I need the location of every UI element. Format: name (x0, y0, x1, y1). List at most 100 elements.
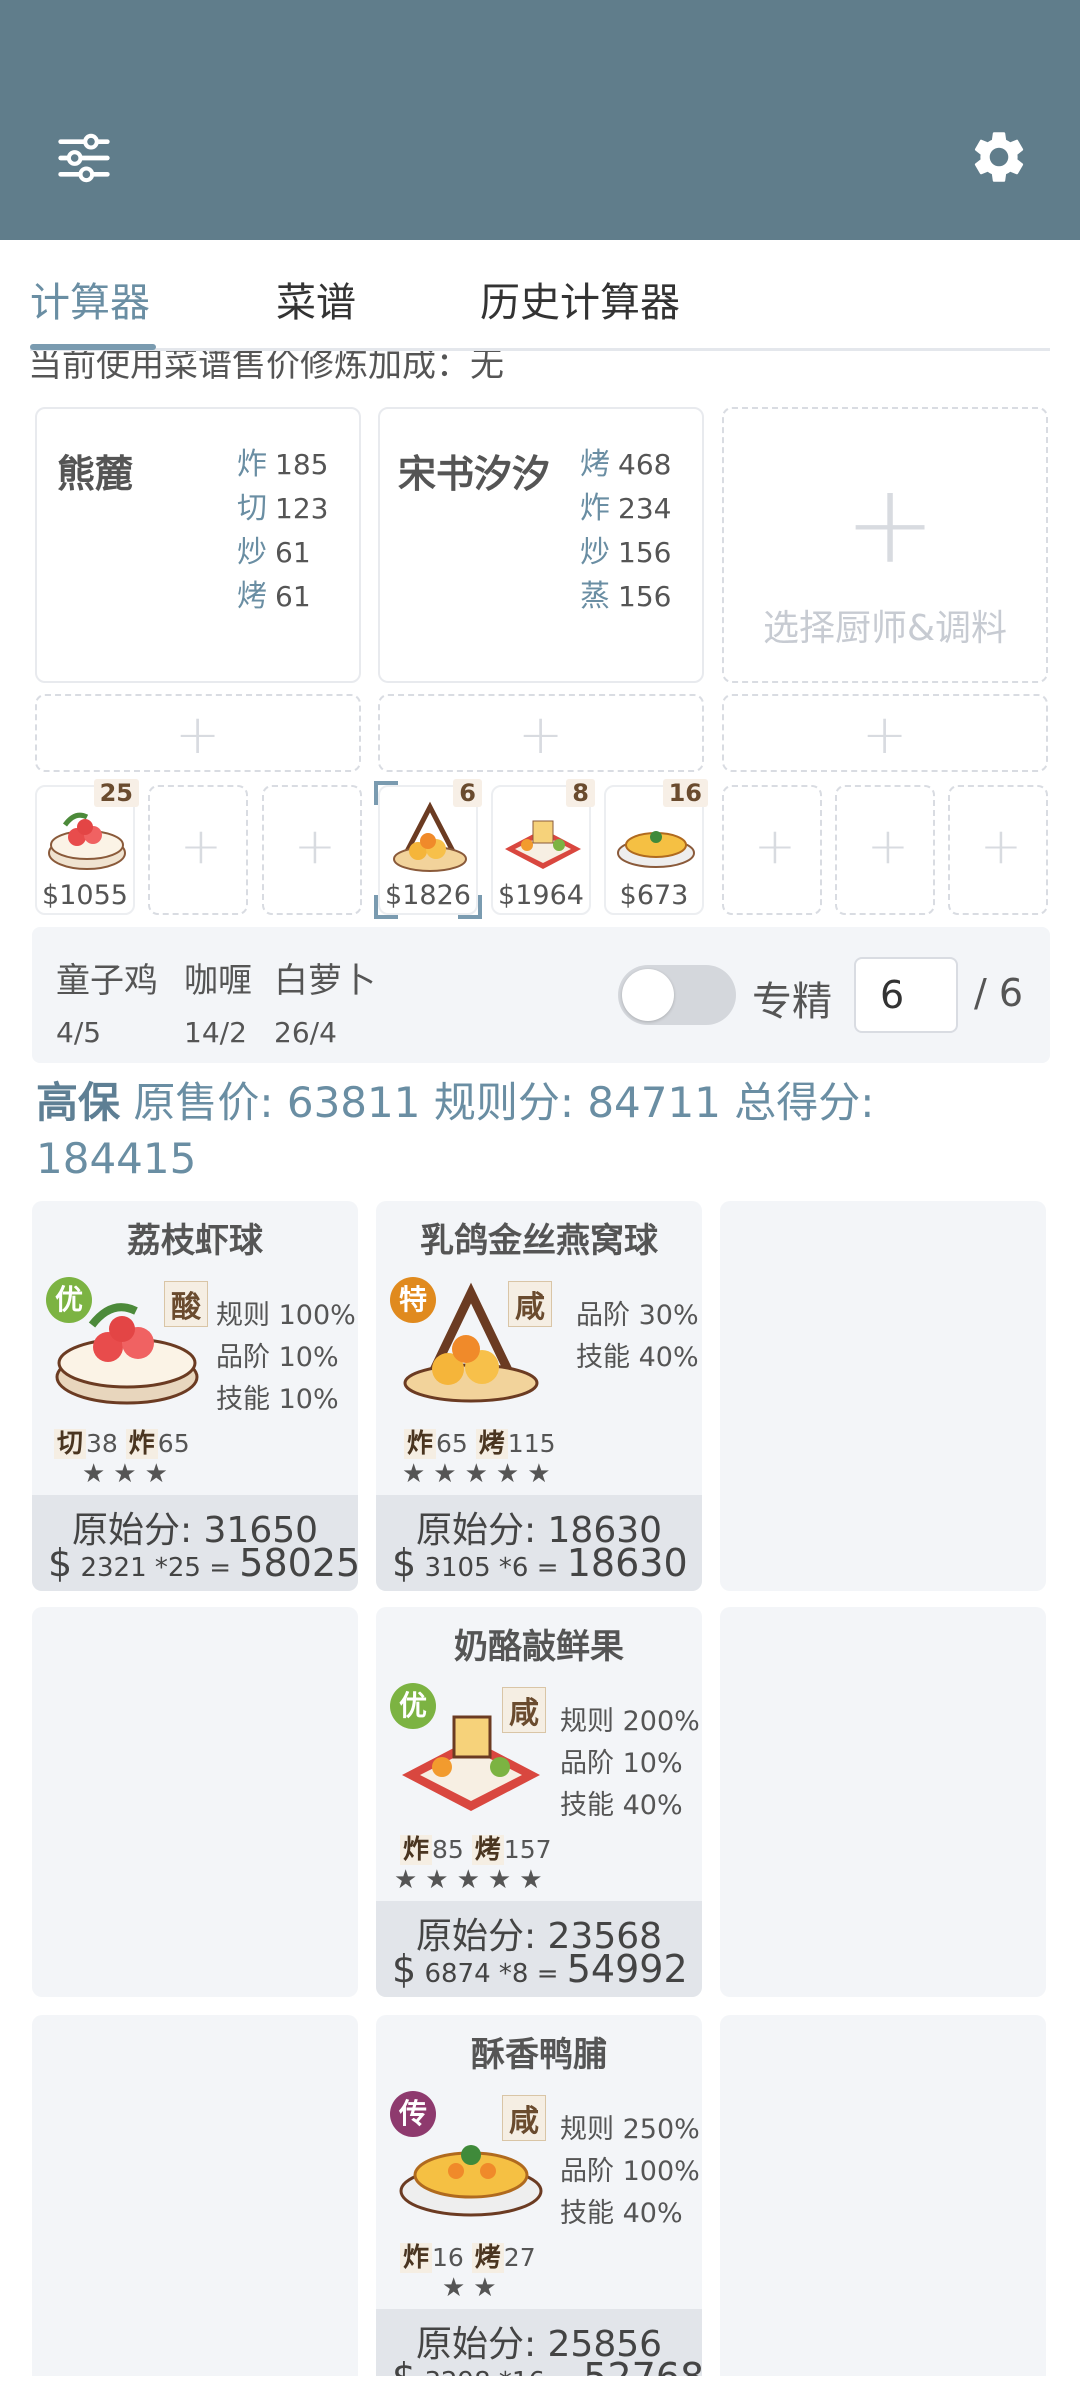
specialization-label: 专精 (752, 979, 832, 1025)
bonus-skill: 技能 40% (560, 2198, 683, 2229)
empty-recipe-card[interactable] (720, 2015, 1046, 2376)
rarity-stars: ★★ (442, 2273, 505, 2303)
specialization-toggle[interactable] (618, 965, 736, 1025)
bonus-rule: 规则 250% (560, 2114, 700, 2145)
tab-active-indicator (30, 344, 156, 350)
recipe-card[interactable]: 酥香鸭脯 传 咸 规则 250% 品阶 100% 技能 40% 炸 16 烤 27 … (376, 2015, 702, 2376)
grade-badge: 优 (46, 1277, 92, 1323)
condition-item: 童子鸡 4/5 (56, 961, 158, 1049)
bonus-rule: 规则 200% (560, 1706, 700, 1737)
empty-recipe-card[interactable] (720, 1607, 1046, 1997)
score-summary: 高保 原售价: 63811 规则分: 84711 总得分: 184415 (36, 1075, 1046, 1187)
rarity-stars: ★★★★★ (402, 1459, 559, 1489)
app-header (0, 0, 1080, 240)
chef-name: 宋书汐汐 (398, 452, 551, 496)
selection-corner (374, 895, 398, 919)
bonus-grade: 品阶 10% (216, 1342, 339, 1373)
bonus-grade: 品阶 100% (560, 2156, 700, 2187)
recipe-score-panel: 原始分: 18630 $ 3105 *6 = 18630 (376, 1495, 702, 1591)
equipment-slot[interactable]: + (378, 694, 704, 772)
dish-slot[interactable]: 16 $673 (604, 779, 708, 915)
add-icon: + (175, 703, 221, 766)
skill-requirement: 炸 85 烤 157 (400, 1829, 552, 1866)
score-calculation: $ 3298 *16 = 52768 (392, 2355, 702, 2376)
toggle-knob (622, 969, 674, 1021)
add-icon: + (980, 817, 1022, 875)
bonus-grade: 品阶 10% (560, 1748, 683, 1779)
gear-icon[interactable] (968, 126, 1030, 188)
dish-quantity-badge: 6 (453, 779, 482, 807)
guarantee-tag: 高保 (36, 1078, 121, 1127)
equipment-slot[interactable]: + (35, 694, 361, 772)
score-calculation: $ 6874 *8 = 54992 (392, 1947, 688, 1991)
recipe-card[interactable]: 荔枝虾球 优 酸 规则 100% 品阶 10% 技能 10% 切 38 炸 65 ★… (32, 1201, 358, 1591)
condition-item: 咖喱 14/2 (184, 961, 252, 1049)
skill-requirement: 炸 65 烤 115 (404, 1423, 556, 1460)
chef-card[interactable]: 宋书汐汐 烤 468 炸 234 炒 156 蒸 156 (378, 407, 704, 683)
condition-item: 白萝卜 26/4 (274, 961, 376, 1049)
tab-recipes[interactable]: 菜谱 (276, 270, 356, 328)
empty-recipe-card[interactable] (720, 1201, 1046, 1591)
dish-slot[interactable]: + (148, 785, 248, 915)
filter-sliders-icon[interactable] (56, 130, 112, 186)
dish-price: $1964 (498, 880, 584, 911)
chef-skill: 切 123 (237, 491, 329, 526)
empty-recipe-card[interactable] (32, 1607, 358, 1997)
add-icon: + (180, 817, 222, 875)
score-calculation: $ 2321 *25 = 58025 (48, 1541, 358, 1585)
empty-recipe-card[interactable] (32, 2015, 358, 2376)
dish-quantity-badge: 16 (662, 779, 708, 807)
cheese-fruit-dish-image (505, 820, 581, 869)
chef-skill: 炒 156 (580, 535, 672, 570)
select-chef-slot[interactable]: + 选择厨师&调料 (722, 407, 1048, 683)
dish-slot[interactable]: 8 $1964 (491, 779, 595, 915)
chef-skill: 烤 468 (580, 447, 672, 482)
lychee-shrimp-dish-image (48, 812, 126, 870)
dish-slot-selected[interactable]: 6 $1826 (374, 779, 482, 919)
recipe-title: 乳鸽金丝燕窝球 (420, 1221, 658, 1261)
recipe-card[interactable]: 乳鸽金丝燕窝球 特 咸 品阶 30% 技能 40% 炸 65 烤 115 ★★★★★… (376, 1201, 702, 1591)
flavor-tag: 咸 (502, 1687, 546, 1733)
selection-corner (458, 895, 482, 919)
specialization-count-input[interactable] (854, 957, 958, 1033)
dish-price: $673 (619, 880, 689, 911)
dish-slot[interactable]: + (722, 785, 822, 915)
add-icon: + (294, 817, 336, 875)
recipe-title: 荔枝虾球 (127, 1221, 263, 1261)
flavor-tag: 咸 (502, 2095, 546, 2141)
chef-skill: 炒 61 (237, 535, 311, 570)
rarity-stars: ★★★ (82, 1459, 176, 1489)
bonus-rule: 规则 100% (216, 1300, 356, 1331)
dish-slot[interactable]: + (262, 785, 362, 915)
grade-badge: 优 (390, 1683, 436, 1729)
tab-history-calculator[interactable]: 历史计算器 (480, 270, 680, 328)
dish-slot[interactable]: + (948, 785, 1048, 915)
chef-skill: 炸 234 (580, 491, 672, 526)
chef-card[interactable]: 熊麓 炸 185 切 123 炒 61 烤 61 (35, 407, 361, 683)
score-calculation: $ 3105 *6 = 18630 (392, 1541, 688, 1585)
pigeon-nest-dish-image (393, 801, 467, 872)
flavor-tag: 咸 (508, 1281, 552, 1327)
score-text: 原售价: 63811 规则分: 84711 总得分: 184415 (36, 1078, 875, 1183)
recipe-score-panel: 原始分: 31650 $ 2321 *25 = 58025 (32, 1495, 358, 1591)
add-icon: + (867, 817, 909, 875)
recipe-card[interactable]: 奶酪敲鲜果 优 咸 规则 200% 品阶 10% 技能 40% 炸 85 烤 157… (376, 1607, 702, 1997)
bonus-skill: 技能 40% (576, 1342, 699, 1373)
recipe-title: 酥香鸭脯 (471, 2035, 607, 2075)
equipment-slot[interactable]: + (722, 694, 1048, 772)
tab-calculator[interactable]: 计算器 (30, 270, 150, 328)
grade-badge: 特 (390, 1277, 436, 1323)
selection-corner (374, 781, 398, 805)
calculator-content[interactable]: 当前使用菜谱售价修炼加成：无 熊麓 炸 185 切 123 炒 61 烤 61 宋书汐汐… (0, 351, 1080, 2376)
bonus-skill: 技能 10% (216, 1384, 339, 1415)
specialization-total: / 6 (974, 971, 1024, 1015)
chef-skill: 炸 185 (237, 447, 329, 482)
dish-slot[interactable]: 25 $1055 (35, 779, 139, 915)
chef-name: 熊麓 (57, 452, 134, 496)
dish-quantity-badge: 25 (93, 779, 139, 807)
dish-quantity-badge: 8 (566, 779, 595, 807)
add-icon: + (518, 703, 564, 766)
dish-slot[interactable]: + (835, 785, 935, 915)
recipe-score-panel: 原始分: 25856 $ 3298 *16 = 52768 (376, 2309, 702, 2376)
recipe-score-panel: 原始分: 23568 $ 6874 *8 = 54992 (376, 1901, 702, 1997)
